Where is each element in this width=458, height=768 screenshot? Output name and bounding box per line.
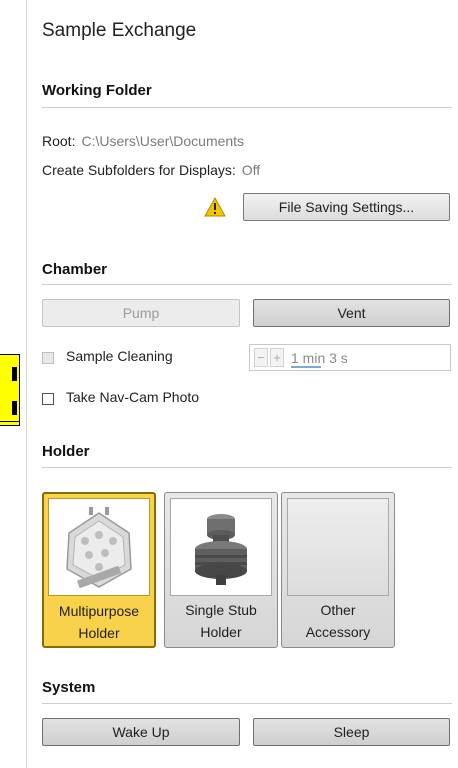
subfolders-row: Create Subfolders for Displays: Off [42,162,260,178]
nav-cam-label: Take Nav-Cam Photo [66,389,200,405]
sleep-button[interactable]: Sleep [253,718,450,746]
vent-button[interactable]: Vent [253,299,450,327]
file-saving-settings-button[interactable]: File Saving Settings... [243,193,450,221]
chamber-heading: Chamber [42,261,108,278]
left-strip [0,0,26,768]
single-stub-holder-image [170,498,272,596]
working-folder-divider [42,107,452,108]
cleaning-duration-stepper[interactable]: − + 1 min 3 s [249,344,451,371]
subfolders-value: Off [241,162,261,178]
holder-heading: Holder [42,443,90,460]
chamber-divider [42,284,452,285]
holder-divider [42,467,452,468]
sample-exchange-panel: Sample Exchange Working Folder Root: C:\U… [27,0,458,768]
pump-button[interactable]: Pump [42,299,240,327]
blank-accessory-image [287,498,389,596]
root-row: Root: C:\Users\User\Documents [42,133,244,149]
holder-tile-label: Single Stub Holder [185,602,257,640]
holder-tile-label: Multipurpose Holder [58,603,140,641]
holder-tile-label: Other Accessory [305,602,371,640]
decrement-button[interactable]: − [254,348,268,367]
subfolders-label: Create Subfolders for Displays: [42,162,236,178]
highlighted-tab-fragment[interactable] [0,354,20,426]
increment-button[interactable]: + [270,348,284,367]
sample-cleaning-checkbox[interactable] [42,352,54,364]
holder-tile-single-stub[interactable]: Single Stub Holder [164,492,278,648]
working-folder-heading: Working Folder [42,82,152,99]
wake-up-button[interactable]: Wake Up [42,718,240,746]
system-divider [42,703,452,704]
duration-value[interactable]: 1 min 3 s [291,350,348,366]
duration-focus-underline [291,366,321,368]
sample-cleaning-label: Sample Cleaning [66,348,173,364]
root-path: C:\Users\User\Documents [81,133,245,149]
holder-tile-other-accessory[interactable]: Other Accessory [281,492,395,648]
nav-cam-checkbox[interactable] [42,393,54,405]
system-heading: System [42,679,96,696]
multipurpose-holder-image [48,498,150,596]
warning-triangle-icon [204,197,226,217]
root-label: Root: [42,133,76,149]
panel-title: Sample Exchange [42,20,197,41]
holder-tile-multipurpose[interactable]: Multipurpose Holder [42,492,156,648]
